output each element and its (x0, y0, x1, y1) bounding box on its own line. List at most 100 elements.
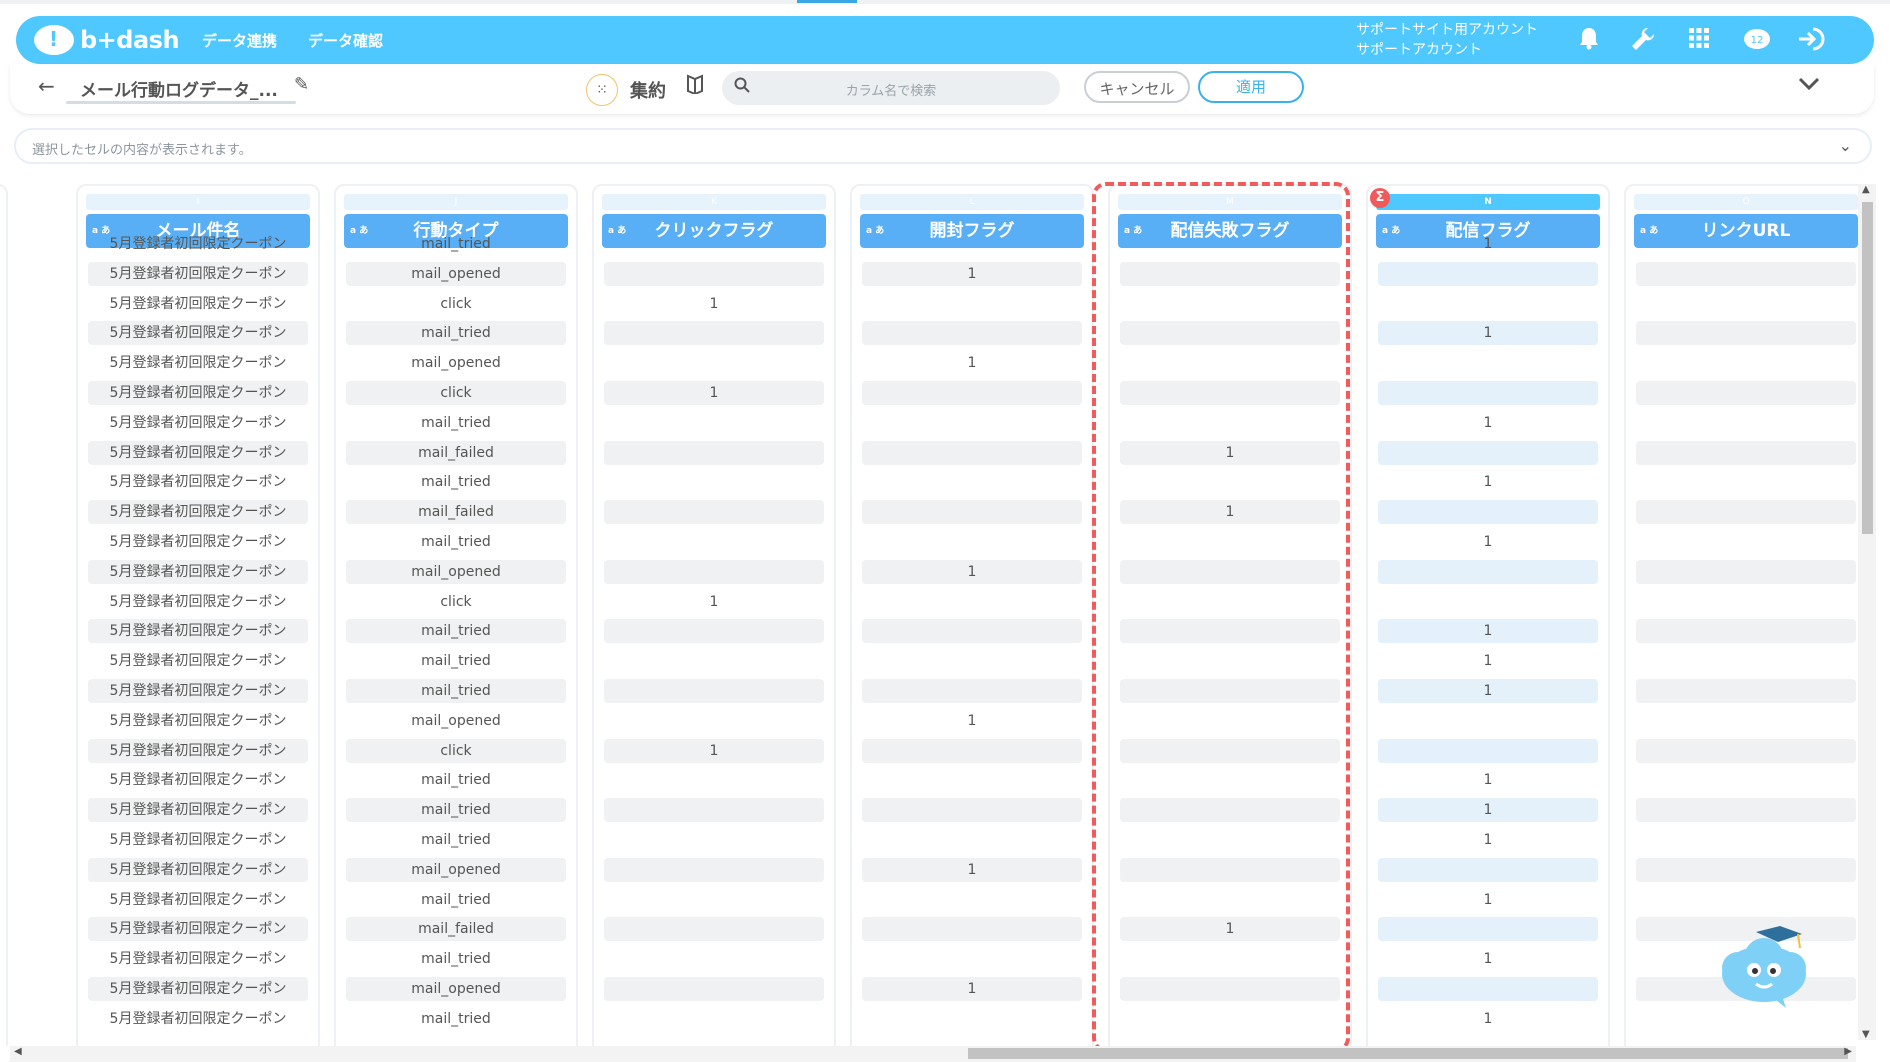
table-cell[interactable] (1636, 261, 1856, 286)
table-cell[interactable] (604, 411, 824, 435)
table-cell[interactable]: 1 (1378, 798, 1598, 823)
table-cell[interactable] (1636, 411, 1856, 435)
table-cell[interactable]: mail_tried (346, 798, 566, 823)
table-cell[interactable]: mail_opened (346, 857, 566, 882)
table-cell[interactable]: mail_tried (346, 947, 566, 971)
table-cell[interactable] (1636, 649, 1856, 673)
table-cell[interactable]: 5月登録者初回限定クーポン (88, 888, 308, 912)
table-cell[interactable]: mail_tried (346, 768, 566, 792)
edit-pencil-icon[interactable]: ✎ (294, 74, 309, 95)
table-cell[interactable]: 1 (1378, 619, 1598, 644)
table-cell[interactable] (604, 559, 824, 584)
scroll-down-icon[interactable]: ▼ (1862, 1029, 1870, 1040)
table-cell[interactable] (1378, 292, 1598, 316)
table-cell[interactable]: 5月登録者初回限定クーポン (88, 768, 308, 792)
table-cell[interactable] (1636, 232, 1856, 256)
table-cell[interactable] (1378, 381, 1598, 405)
expand-chevron-icon[interactable]: ⌄ (1839, 136, 1852, 155)
table-cell[interactable]: 5月登録者初回限定クーポン (88, 381, 308, 405)
table-cell[interactable]: 1 (604, 381, 824, 405)
vertical-scroll-thumb[interactable] (1862, 202, 1873, 534)
table-cell[interactable]: 5月登録者初回限定クーポン (88, 440, 308, 465)
vertical-scrollbar[interactable]: ▲ ▼ (1858, 184, 1876, 1040)
table-cell[interactable]: 1 (1378, 828, 1598, 852)
table-cell[interactable] (604, 530, 824, 554)
table-cell[interactable]: 1 (862, 709, 1082, 733)
table-cell[interactable]: 5月登録者初回限定クーポン (88, 590, 308, 614)
table-cell[interactable]: 5月登録者初回限定クーポン (88, 470, 308, 494)
aggregate-label[interactable]: 集約 (630, 77, 666, 103)
column-search-input[interactable]: カラム名で検索 (722, 71, 1060, 105)
table-cell[interactable] (1636, 1007, 1856, 1031)
table-cell[interactable]: 1 (1378, 470, 1598, 494)
table-cell[interactable] (862, 768, 1082, 792)
table-cell[interactable] (1636, 888, 1856, 912)
column-letter[interactable]: O (1634, 194, 1858, 210)
table-cell[interactable]: 1 (1378, 1007, 1598, 1031)
table-cell[interactable] (862, 440, 1082, 465)
table-cell[interactable]: mail_tried (346, 232, 566, 256)
table-cell[interactable]: mail_tried (346, 411, 566, 435)
table-cell[interactable] (862, 470, 1082, 494)
table-cell[interactable]: click (346, 738, 566, 763)
table-cell[interactable]: 1 (1378, 768, 1598, 792)
table-cell[interactable]: 1 (604, 590, 824, 614)
table-cell[interactable]: 1 (1378, 411, 1598, 435)
table-cell[interactable] (862, 947, 1082, 971)
table-cell[interactable] (862, 590, 1082, 614)
table-cell[interactable]: mail_opened (346, 977, 566, 1001)
table-cell[interactable] (1636, 381, 1856, 405)
table-cell[interactable]: 5月登録者初回限定クーポン (88, 917, 308, 942)
app-logo[interactable]: b+dash (34, 22, 180, 58)
scroll-right-icon[interactable]: ▶ (1844, 1046, 1852, 1057)
table-cell[interactable]: 5月登録者初回限定クーポン (88, 1007, 308, 1031)
table-cell[interactable] (1636, 321, 1856, 346)
table-cell[interactable] (604, 798, 824, 823)
table-cell[interactable]: 5月登録者初回限定クーポン (88, 559, 308, 584)
horizontal-scroll-thumb[interactable] (968, 1048, 1848, 1059)
table-cell[interactable] (1636, 590, 1856, 614)
table-cell[interactable] (1636, 292, 1856, 316)
table-cell[interactable]: mail_tried (346, 321, 566, 346)
table-cell[interactable] (604, 768, 824, 792)
table-cell[interactable]: mail_opened (346, 351, 566, 375)
table-cell[interactable] (1378, 261, 1598, 286)
table-cell[interactable] (862, 411, 1082, 435)
table-cell[interactable] (862, 1007, 1082, 1031)
table-cell[interactable]: 5月登録者初回限定クーポン (88, 679, 308, 703)
table-cell[interactable]: mail_failed (346, 917, 566, 942)
table-cell[interactable]: mail_tried (346, 828, 566, 852)
table-cell[interactable] (604, 619, 824, 644)
table-cell[interactable] (1378, 977, 1598, 1001)
column-letter[interactable]: J (344, 194, 568, 210)
table-cell[interactable] (862, 798, 1082, 823)
table-cell[interactable]: 1 (604, 738, 824, 763)
table-cell[interactable]: 1 (1378, 232, 1598, 256)
table-cell[interactable] (1378, 440, 1598, 465)
cancel-button[interactable]: キャンセル (1084, 71, 1190, 103)
table-cell[interactable] (1636, 500, 1856, 525)
table-cell[interactable]: mail_tried (346, 888, 566, 912)
table-cell[interactable] (604, 917, 824, 942)
horizontal-scrollbar[interactable]: ◀ ▶ (10, 1046, 1856, 1062)
table-cell[interactable]: mail_tried (346, 1007, 566, 1031)
table-cell[interactable]: 5月登録者初回限定クーポン (88, 798, 308, 823)
table-cell[interactable] (1378, 500, 1598, 525)
table-cell[interactable] (604, 440, 824, 465)
table-cell[interactable] (862, 649, 1082, 673)
table-cell[interactable]: 1 (862, 261, 1082, 286)
table-cell[interactable] (862, 321, 1082, 346)
table-cell[interactable] (604, 828, 824, 852)
table-cell[interactable] (604, 679, 824, 703)
table-cell[interactable] (862, 292, 1082, 316)
table-cell[interactable]: 5月登録者初回限定クーポン (88, 857, 308, 882)
table-cell[interactable] (1636, 559, 1856, 584)
table-cell[interactable] (1636, 857, 1856, 882)
book-icon[interactable] (686, 74, 704, 99)
column-letter[interactable]: N (1376, 194, 1600, 210)
table-cell[interactable] (1636, 619, 1856, 644)
table-cell[interactable]: 5月登録者初回限定クーポン (88, 977, 308, 1001)
table-cell[interactable]: 5月登録者初回限定クーポン (88, 321, 308, 346)
table-cell[interactable]: 5月登録者初回限定クーポン (88, 530, 308, 554)
table-cell[interactable]: 5月登録者初回限定クーポン (88, 828, 308, 852)
